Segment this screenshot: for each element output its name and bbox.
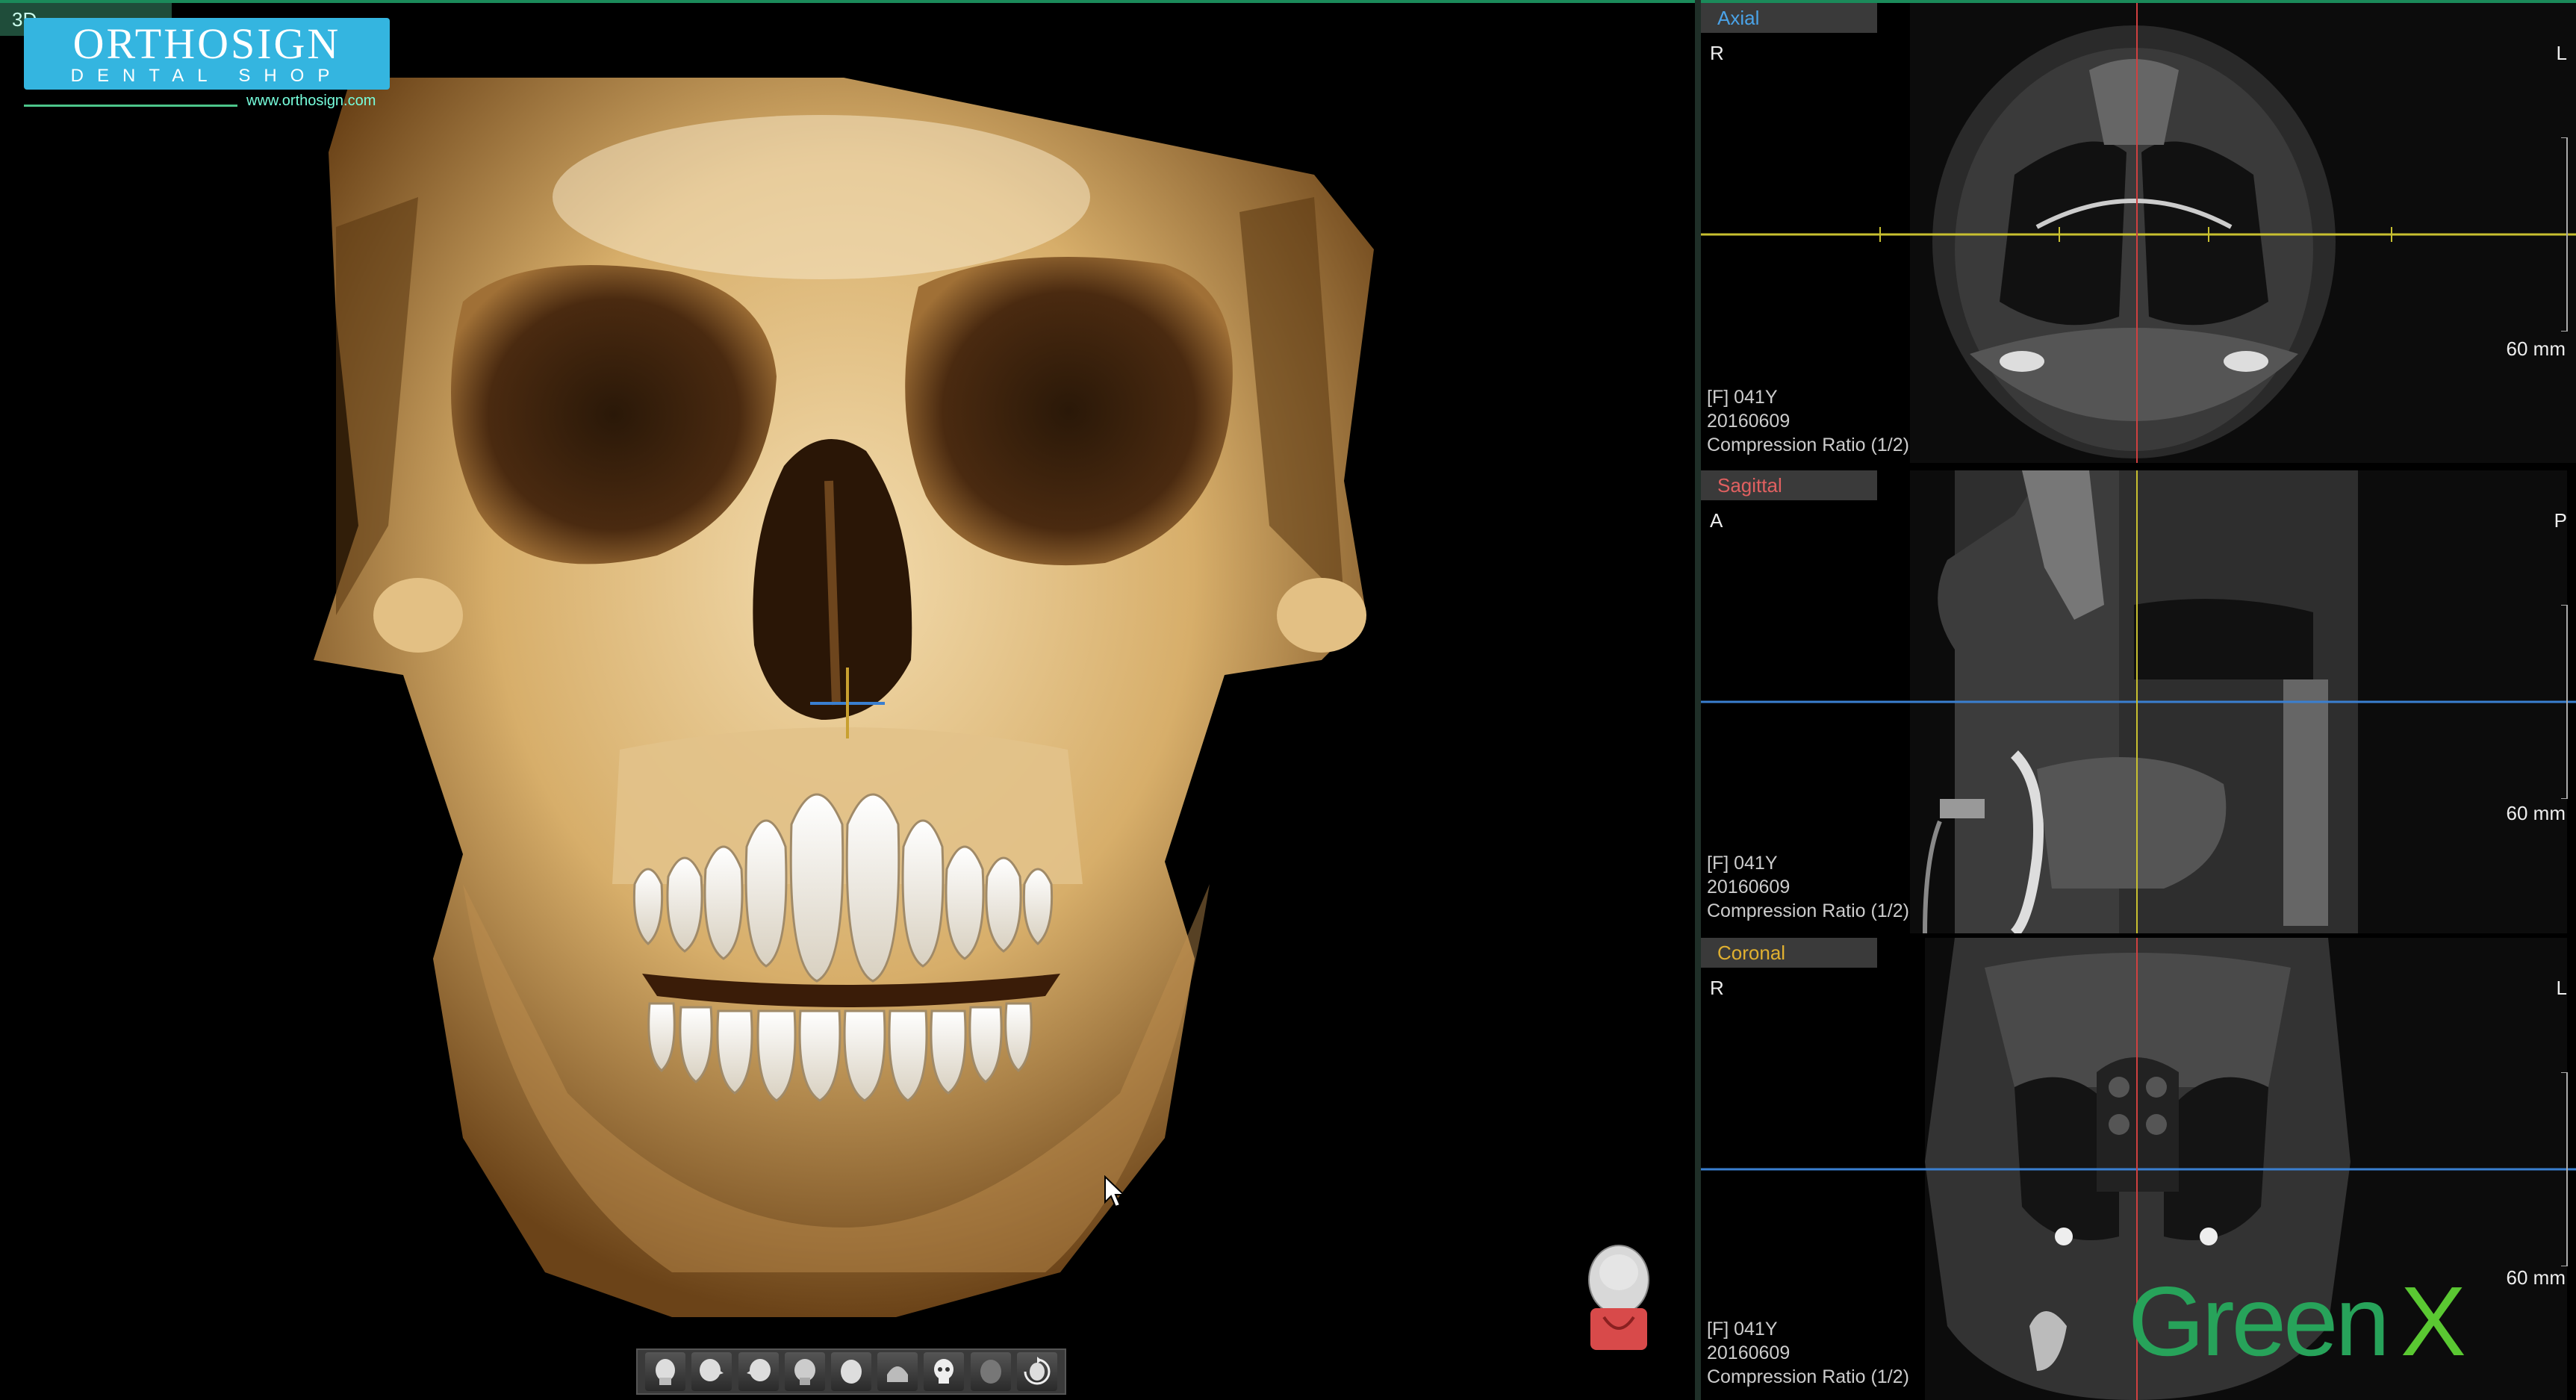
orientation-left: R — [1710, 42, 1724, 64]
coronal-info: [F] 041Y 20160609 Compression Ratio (1/2… — [1707, 1317, 1909, 1389]
brand-name: ORTHOSIGN — [72, 19, 341, 68]
patient-info: [F] 041Y — [1707, 387, 1778, 408]
skull-icon — [934, 1359, 954, 1384]
brand-underline — [24, 105, 237, 107]
sagittal-panel[interactable]: Sagittal A P 60 mm [F] 041Y 20160609 Com… — [1701, 470, 2576, 933]
greenx-logo-text: Green — [2128, 1266, 2390, 1376]
tab-axial-label: Axial — [1717, 7, 1760, 29]
scale-label: 60 mm — [2506, 802, 2566, 824]
view-left-button[interactable] — [738, 1352, 779, 1391]
orientation-right: L — [2556, 42, 2567, 64]
skull-3d-rendering[interactable] — [0, 3, 1695, 1400]
patient-info: [F] 041Y — [1707, 853, 1778, 874]
orientation-left: R — [1710, 977, 1724, 999]
skull-mode-button[interactable] — [924, 1352, 965, 1391]
greenx-logo-x: X — [2400, 1266, 2466, 1376]
orientation-left: A — [1710, 509, 1723, 532]
scale-label: 60 mm — [2506, 337, 2566, 360]
rotate-icon — [1024, 1357, 1051, 1385]
compression-ratio: Compression Ratio (1/2) — [1707, 435, 1909, 455]
skin-icon — [980, 1360, 1001, 1384]
scale-ruler — [2561, 605, 2568, 799]
scale-label: 60 mm — [2506, 1266, 2566, 1289]
head-front-icon — [656, 1359, 676, 1385]
axial-info: [F] 041Y 20160609 Compression Ratio (1/2… — [1707, 385, 1909, 457]
scale-ruler — [2561, 137, 2568, 332]
patient-info: [F] 041Y — [1707, 1319, 1778, 1340]
rotate-button[interactable] — [1016, 1352, 1057, 1391]
compression-ratio: Compression Ratio (1/2) — [1707, 1366, 1909, 1387]
tab-sagittal-label: Sagittal — [1717, 474, 1782, 497]
view-toolbar — [636, 1348, 1066, 1395]
orientation-right: L — [2556, 977, 2567, 999]
orthosign-logo: ORTHOSIGN DENTAL SHOP — [24, 18, 390, 90]
tab-axial[interactable]: Axial — [1701, 3, 1877, 33]
view-back-button[interactable] — [784, 1352, 825, 1391]
brand-url: www.orthosign.com — [246, 93, 376, 109]
head-back-icon — [794, 1359, 815, 1385]
mouse-cursor-icon — [1104, 1175, 1126, 1208]
view-bottom-button[interactable] — [877, 1352, 918, 1391]
axial-panel[interactable]: Axial R L 60 mm [F] 041Y 20160609 Compre… — [1701, 3, 2576, 463]
scan-date: 20160609 — [1707, 1343, 1791, 1363]
tab-coronal[interactable]: Coronal — [1701, 938, 1877, 968]
skin-mode-button[interactable] — [970, 1352, 1011, 1391]
compression-ratio: Compression Ratio (1/2) — [1707, 900, 1909, 921]
orientation-head-icon[interactable] — [1581, 1242, 1656, 1351]
head-left-icon — [746, 1359, 771, 1381]
brand-subtitle: DENTAL SHOP — [70, 66, 343, 86]
panel-divider[interactable] — [1695, 0, 1701, 1400]
view-front-button[interactable] — [645, 1352, 686, 1391]
head-top-icon — [840, 1360, 862, 1384]
head-bottom-icon — [887, 1366, 909, 1382]
scan-date: 20160609 — [1707, 877, 1791, 897]
viewport-3d[interactable]: 3D ORTHOSIGN DENTAL SHOP www.orthosign.c… — [0, 3, 1695, 1400]
tab-coronal-label: Coronal — [1717, 942, 1786, 964]
scale-ruler — [2561, 1072, 2568, 1266]
scan-date: 20160609 — [1707, 411, 1791, 432]
sagittal-info: [F] 041Y 20160609 Compression Ratio (1/2… — [1707, 851, 1909, 923]
tab-sagittal[interactable]: Sagittal — [1701, 470, 1877, 500]
head-right-icon — [700, 1359, 724, 1381]
orientation-right: P — [2554, 509, 2567, 532]
view-right-button[interactable] — [691, 1352, 732, 1391]
greenx-logo: Green X — [2128, 1266, 2466, 1376]
view-top-button[interactable] — [830, 1352, 871, 1391]
